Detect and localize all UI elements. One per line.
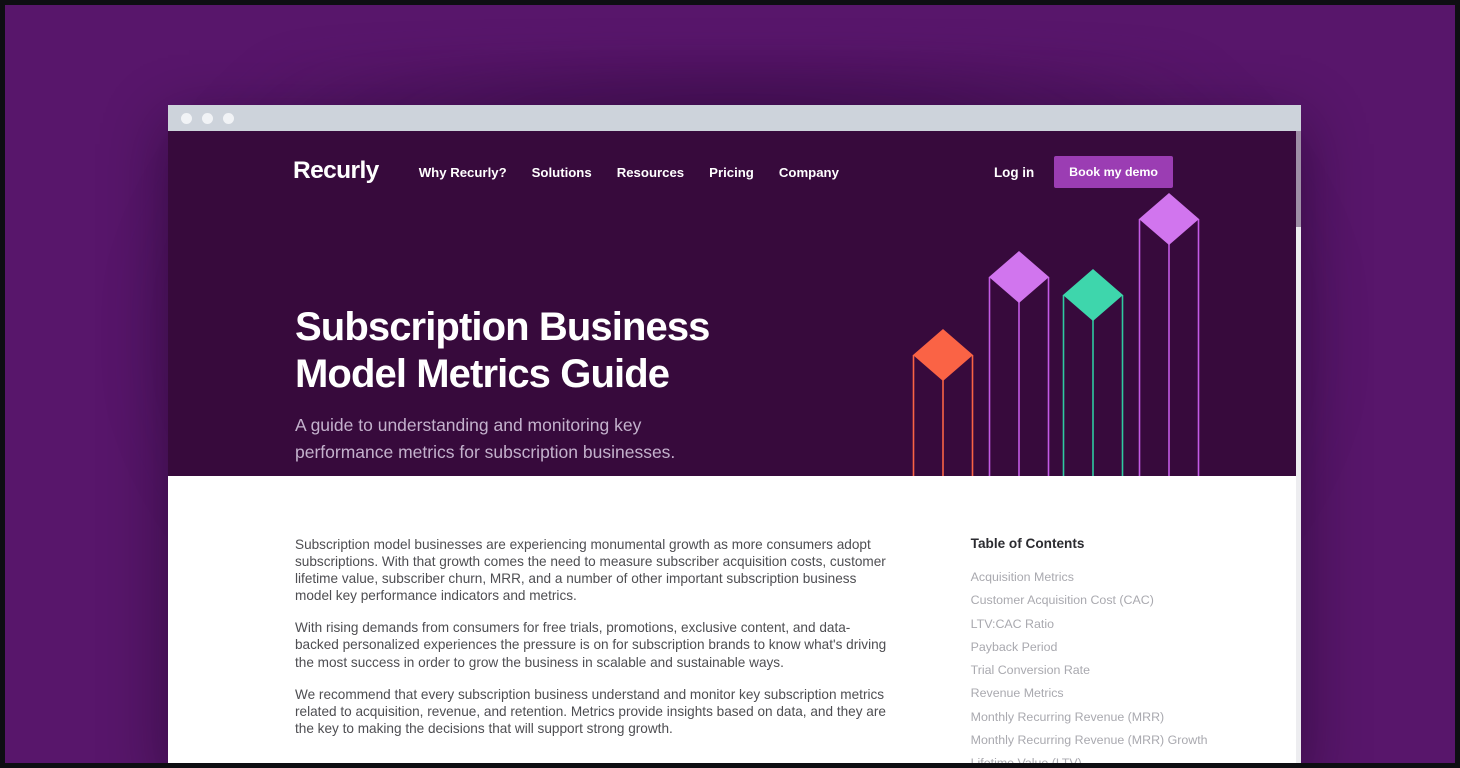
book-my-demo-button[interactable]: Book my demo bbox=[1054, 156, 1173, 188]
page-scrollbar-track[interactable] bbox=[1296, 131, 1301, 763]
table-of-contents: Table of Contents Acquisition Metrics Cu… bbox=[970, 536, 1301, 763]
nav-item-pricing[interactable]: Pricing bbox=[709, 165, 754, 180]
content-section: Subscription model businesses are experi… bbox=[168, 476, 1301, 763]
toc-item-revenue-metrics[interactable]: Revenue Metrics bbox=[971, 682, 1301, 705]
article-paragraph: With rising demands from consumers for f… bbox=[295, 620, 887, 670]
login-link[interactable]: Log in bbox=[994, 165, 1034, 180]
toc-item-lifetime-value[interactable]: Lifetime Value (LTV) bbox=[971, 752, 1301, 763]
close-dot[interactable] bbox=[181, 112, 192, 124]
hero-subtitle: A guide to understanding and monitoring … bbox=[295, 415, 676, 462]
toc-item-trial-conversion-rate[interactable]: Trial Conversion Rate bbox=[971, 659, 1301, 682]
nav-item-resources[interactable]: Resources bbox=[617, 165, 684, 180]
chart-bar-1 bbox=[912, 329, 974, 476]
isometric-bar-chart-graphic bbox=[912, 193, 1200, 476]
toc-heading: Table of Contents bbox=[970, 536, 1085, 551]
chart-bar-2 bbox=[988, 251, 1050, 476]
page-scrollbar-thumb[interactable] bbox=[1296, 131, 1301, 227]
page-canvas: Recurly Why Recurly? Solutions Resources… bbox=[0, 0, 1460, 768]
chart-bar-3 bbox=[1062, 269, 1124, 476]
article-body: Subscription model businesses are experi… bbox=[295, 536, 889, 763]
toc-item-ltv-cac-ratio[interactable]: LTV:CAC Ratio bbox=[971, 613, 1301, 636]
recurly-logo[interactable]: Recurly bbox=[293, 157, 379, 185]
toc-item-acquisition-metrics[interactable]: Acquisition Metrics bbox=[971, 566, 1301, 589]
minimize-dot[interactable] bbox=[202, 112, 213, 124]
nav-item-solutions[interactable]: Solutions bbox=[532, 165, 592, 180]
maximize-dot[interactable] bbox=[223, 112, 234, 124]
hero-copy: Subscription Business Model Metrics Guid… bbox=[295, 304, 815, 465]
page-title: Subscription Business Model Metrics Guid… bbox=[295, 305, 710, 396]
toc-item-mrr-growth[interactable]: Monthly Recurring Revenue (MRR) Growth bbox=[971, 729, 1301, 752]
toc-item-mrr[interactable]: Monthly Recurring Revenue (MRR) bbox=[971, 706, 1301, 729]
hero-section: Recurly Why Recurly? Solutions Resources… bbox=[168, 131, 1301, 476]
nav-item-company[interactable]: Company bbox=[779, 165, 839, 180]
nav-actions: Log in Book my demo bbox=[994, 156, 1301, 188]
nav-item-why-recurly[interactable]: Why Recurly? bbox=[419, 165, 507, 180]
toc-item-customer-acquisition-cost[interactable]: Customer Acquisition Cost (CAC) bbox=[971, 589, 1301, 612]
toc-item-payback-period[interactable]: Payback Period bbox=[971, 636, 1301, 659]
site-navbar: Recurly Why Recurly? Solutions Resources… bbox=[168, 131, 1301, 213]
nav-links: Why Recurly? Solutions Resources Pricing… bbox=[419, 165, 839, 180]
browser-chrome-bar bbox=[168, 105, 1301, 131]
logo-text: Recurly bbox=[293, 157, 379, 184]
article-paragraph: We recommend that every subscription bus… bbox=[295, 686, 886, 736]
browser-window: Recurly Why Recurly? Solutions Resources… bbox=[168, 105, 1301, 763]
chart-bar-4 bbox=[1138, 193, 1200, 476]
article-paragraph: Subscription model businesses are experi… bbox=[295, 537, 886, 604]
